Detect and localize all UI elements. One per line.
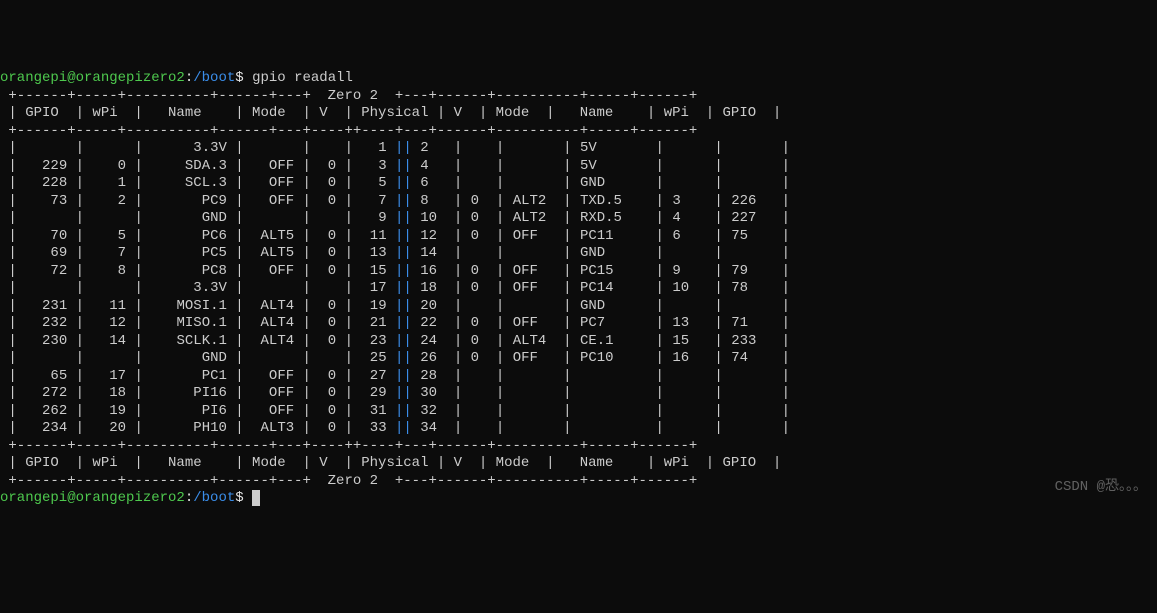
terminal-cursor	[252, 490, 260, 506]
terminal-output: orangepi@orangepizero2:/boot$ gpio reada…	[0, 70, 1157, 508]
csdn-watermark: CSDN @恐。。。	[1055, 479, 1147, 497]
